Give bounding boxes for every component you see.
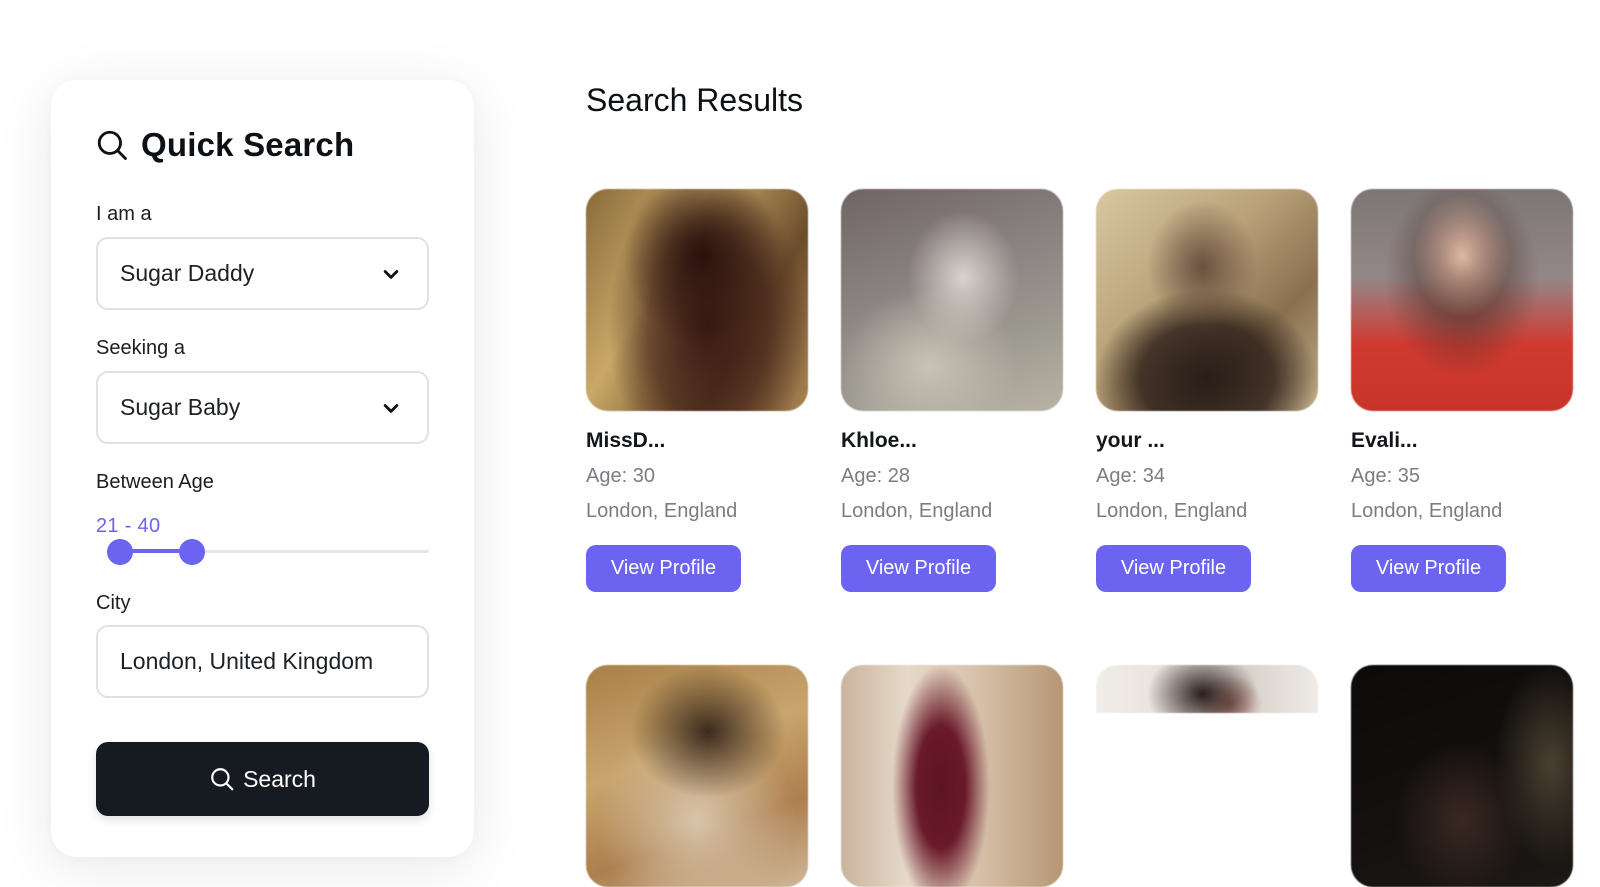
quick-search-panel: Quick Search I am a Sugar Daddy Seeking … [51, 80, 474, 857]
search-icon [97, 130, 127, 160]
quick-search-header: Quick Search [95, 126, 354, 164]
profile-photo[interactable] [586, 189, 808, 411]
i-am-select[interactable]: Sugar Daddy [96, 237, 429, 310]
results-title: Search Results [586, 82, 803, 118]
page: Quick Search I am a Sugar Daddy Seeking … [0, 0, 1600, 887]
seeking-label: Seeking a [96, 337, 185, 359]
profile-card [1351, 665, 1573, 887]
profile-photo[interactable] [1096, 665, 1318, 713]
age-label: Between Age [96, 471, 214, 493]
profile-location: London, England [841, 500, 993, 522]
profile-card: Evali... Age: 35 London, England View Pr… [1351, 189, 1573, 592]
profile-location: London, England [1351, 500, 1503, 522]
i-am-value: Sugar Daddy [120, 260, 255, 286]
chevron-down-icon [383, 403, 399, 413]
profile-name[interactable]: MissD... [586, 429, 808, 453]
profile-age: Age: 34 [1096, 465, 1165, 487]
search-button-label: Search [243, 765, 316, 792]
profile-age: Age: 28 [841, 465, 910, 487]
city-label: City [96, 592, 131, 614]
profile-photo[interactable] [586, 665, 808, 887]
profile-name[interactable]: Khloe... [841, 429, 1063, 453]
view-profile-button[interactable]: View Profile [1351, 545, 1506, 592]
city-input[interactable]: London, United Kingdom [96, 625, 429, 698]
city-value: London, United Kingdom [120, 648, 374, 674]
profile-card [1096, 665, 1318, 713]
profile-card: MissD... Age: 30 London, England View Pr… [586, 189, 808, 592]
age-range-value: 21 - 40 [96, 515, 161, 537]
slider-max-handle[interactable] [179, 539, 206, 565]
seeking-select[interactable]: Sugar Baby [96, 371, 429, 444]
profile-location: London, England [586, 500, 738, 522]
age-range-slider[interactable] [96, 539, 429, 565]
profile-card [586, 665, 808, 887]
profile-photo[interactable] [841, 665, 1063, 887]
seeking-value: Sugar Baby [120, 394, 241, 420]
profile-name[interactable]: your ... [1096, 429, 1318, 453]
profile-card: Khloe... Age: 28 London, England View Pr… [841, 189, 1063, 592]
chevron-down-icon [383, 269, 399, 279]
i-am-label: I am a [96, 203, 152, 225]
view-profile-button[interactable]: View Profile [586, 545, 741, 592]
profile-photo[interactable] [841, 189, 1063, 411]
view-profile-button[interactable]: View Profile [841, 545, 996, 592]
profile-photo[interactable] [1351, 189, 1573, 411]
quick-search-title: Quick Search [141, 126, 355, 163]
profile-name[interactable]: Evali... [1351, 429, 1573, 453]
search-button[interactable]: Search [96, 742, 429, 816]
profile-photo[interactable] [1096, 189, 1318, 411]
profile-card: your ... Age: 34 London, England View Pr… [1096, 189, 1318, 592]
profile-photo[interactable] [1351, 665, 1573, 887]
profile-location: London, England [1096, 500, 1248, 522]
search-icon [211, 768, 234, 791]
profile-age: Age: 35 [1351, 465, 1420, 487]
slider-min-handle[interactable] [107, 539, 134, 565]
profile-card [841, 665, 1063, 887]
profile-age: Age: 30 [586, 465, 655, 487]
view-profile-button[interactable]: View Profile [1096, 545, 1251, 592]
